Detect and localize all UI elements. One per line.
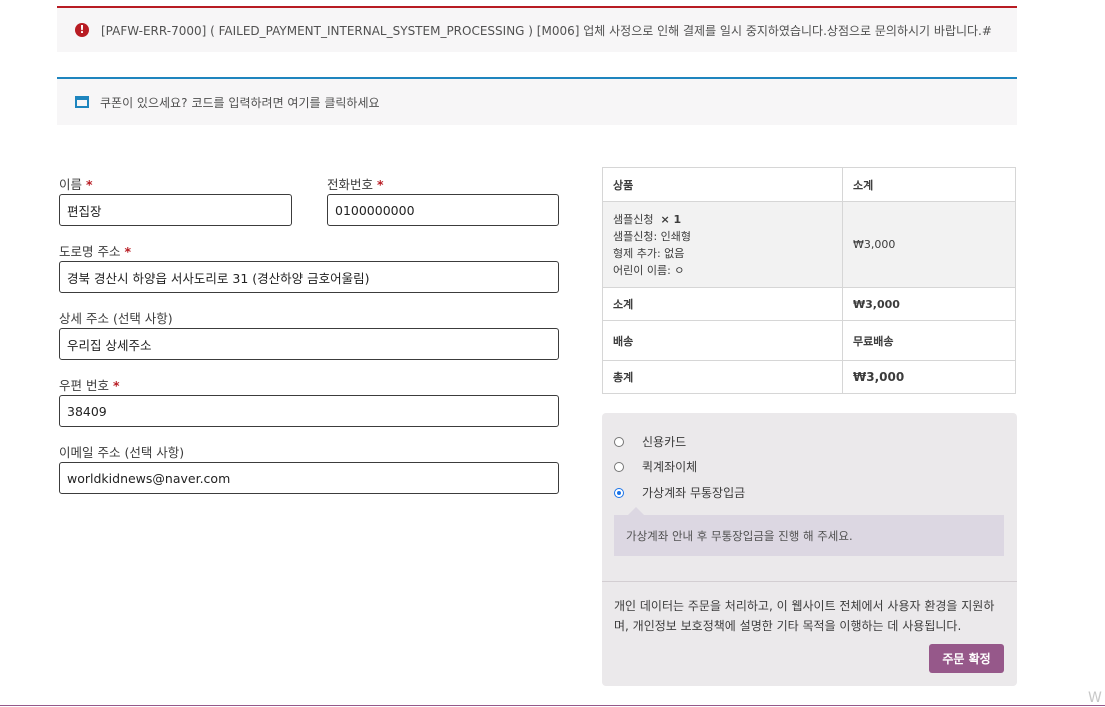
email-label: 이메일 주소 (선택 사항) bbox=[59, 442, 184, 461]
table-row: 샘플신청 × 1 샘플신청: 인쇄형 형제 추가: 없음 어린이 이름: ㅇ ₩… bbox=[602, 201, 1016, 288]
place-order-button[interactable]: 주문 확정 bbox=[929, 644, 1004, 673]
required-mark: * bbox=[112, 378, 120, 393]
payment-description-text: 가상계좌 안내 후 무통장입금을 진행 해 주세요. bbox=[626, 528, 853, 543]
email-field[interactable] bbox=[59, 462, 559, 494]
coupon-question: 쿠폰이 있으세요? bbox=[100, 95, 188, 110]
product-name: 샘플신청 bbox=[613, 212, 654, 226]
payment-option-card[interactable]: 신용카드 bbox=[614, 433, 686, 450]
postcode-label-text: 우편 번호 bbox=[59, 378, 109, 393]
address-field[interactable] bbox=[59, 261, 559, 293]
product-meta: 샘플신청: 인쇄형 bbox=[613, 229, 692, 243]
product-meta: 어린이 이름: ㅇ bbox=[613, 263, 685, 277]
payment-option-label[interactable]: 퀵계좌이체 bbox=[642, 458, 697, 475]
required-mark: * bbox=[124, 244, 132, 259]
address2-field[interactable] bbox=[59, 328, 559, 360]
payment-box: 신용카드 퀵계좌이체 가상계좌 무통장입금 가상계좌 안내 후 무통장입금을 진… bbox=[602, 413, 1017, 686]
product-name-line: 샘플신청 × 1 bbox=[613, 211, 832, 228]
total-value: ₩3,000 bbox=[842, 360, 1016, 394]
name-label: 이름 * bbox=[59, 174, 93, 193]
error-message: [PAFW-ERR-7000] ( FAILED_PAYMENT_INTERNA… bbox=[101, 23, 992, 38]
shipping-row: 배송 무료배송 bbox=[602, 320, 1016, 361]
name-field[interactable] bbox=[59, 194, 292, 226]
postcode-label: 우편 번호 * bbox=[59, 375, 120, 394]
total-row: 총계 ₩3,000 bbox=[602, 360, 1016, 394]
subtotal-row: 소계 ₩3,000 bbox=[602, 287, 1016, 321]
coupon-link[interactable]: 코드를 입력하려면 여기를 클릭하세요 bbox=[191, 94, 379, 111]
divider bbox=[602, 581, 1017, 582]
product-price: ₩3,000 bbox=[842, 201, 1016, 288]
email-label-text: 이메일 주소 (선택 사항) bbox=[59, 445, 185, 460]
product-cell: 샘플신청 × 1 샘플신청: 인쇄형 형제 추가: 없음 어린이 이름: ㅇ bbox=[602, 201, 843, 288]
address2-label: 상세 주소 (선택 사항) bbox=[59, 308, 173, 327]
radio-button[interactable] bbox=[614, 461, 624, 472]
address2-label-text: 상세 주소 (선택 사항) bbox=[59, 311, 173, 326]
coupon-notice: 쿠폰이 있으세요? 코드를 입력하려면 여기를 클릭하세요 bbox=[57, 77, 1017, 125]
header-product: 상품 bbox=[602, 167, 843, 202]
phone-label: 전화번호 * bbox=[327, 174, 384, 193]
payment-option-label[interactable]: 신용카드 bbox=[642, 433, 686, 450]
address-label-text: 도로명 주소 bbox=[59, 244, 121, 259]
required-mark: * bbox=[86, 177, 93, 192]
radio-button[interactable] bbox=[614, 436, 624, 447]
address-label: 도로명 주소 * bbox=[59, 241, 131, 260]
header-subtotal: 소계 bbox=[842, 167, 1016, 202]
payment-option-vbank[interactable]: 가상계좌 무통장입금 bbox=[614, 484, 745, 501]
product-meta: 형제 추가: 없음 bbox=[613, 246, 685, 260]
payment-option-label[interactable]: 가상계좌 무통장입금 bbox=[642, 484, 745, 501]
phone-field[interactable] bbox=[327, 194, 559, 226]
payment-option-transfer[interactable]: 퀵계좌이체 bbox=[614, 458, 697, 475]
window-icon bbox=[75, 96, 89, 108]
table-header-row: 상품 소계 bbox=[602, 167, 1016, 202]
corner-watermark: W bbox=[1088, 690, 1102, 706]
phone-label-text: 전화번호 bbox=[327, 177, 374, 192]
error-notice: ! [PAFW-ERR-7000] ( FAILED_PAYMENT_INTER… bbox=[57, 6, 1017, 52]
required-mark: * bbox=[377, 177, 384, 192]
radio-button-selected[interactable] bbox=[614, 487, 624, 498]
product-qty: × 1 bbox=[660, 212, 682, 226]
subtotal-value: ₩3,000 bbox=[842, 287, 1016, 321]
order-review-table: 상품 소계 샘플신청 × 1 샘플신청: 인쇄형 형제 추가: 없음 어린이 이… bbox=[602, 167, 1016, 394]
name-label-text: 이름 bbox=[59, 177, 83, 192]
shipping-value: 무료배송 bbox=[842, 320, 1016, 361]
total-label: 총계 bbox=[602, 360, 843, 394]
shipping-label: 배송 bbox=[602, 320, 843, 361]
bottom-divider bbox=[0, 705, 1105, 706]
subtotal-label: 소계 bbox=[602, 287, 843, 321]
payment-description: 가상계좌 안내 후 무통장입금을 진행 해 주세요. bbox=[614, 507, 1004, 556]
error-circle-icon: ! bbox=[75, 23, 89, 37]
privacy-notice: 개인 데이터는 주문을 처리하고, 이 웹사이트 전체에서 사용자 환경을 지원… bbox=[614, 599, 995, 633]
postcode-field[interactable] bbox=[59, 395, 559, 427]
